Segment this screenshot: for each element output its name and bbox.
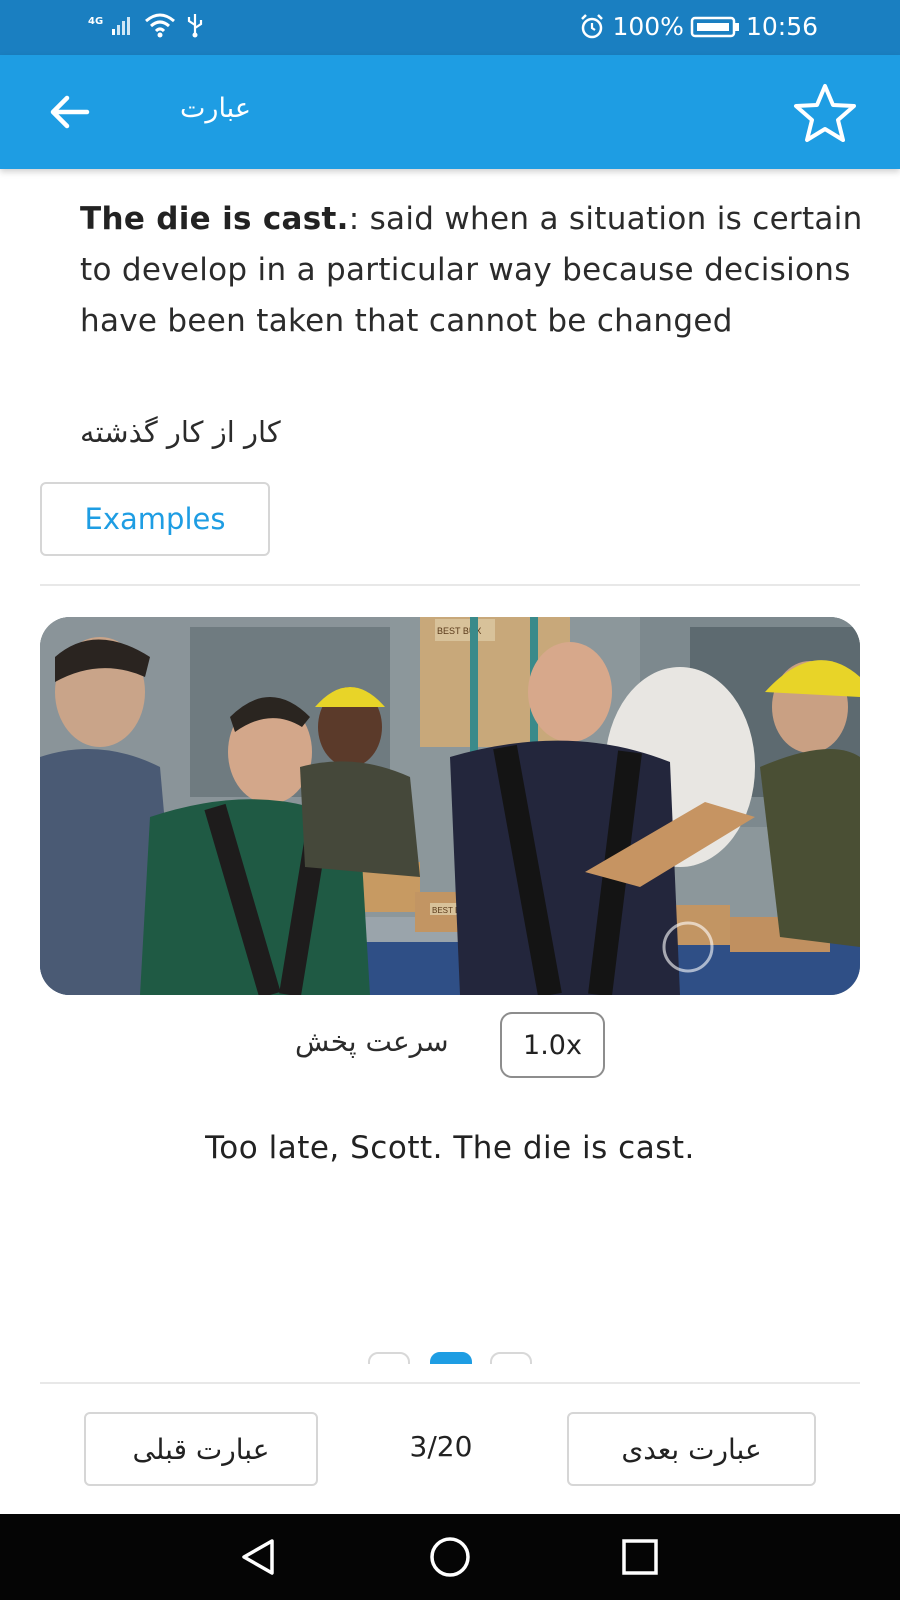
pager-dot[interactable]: [368, 1352, 410, 1364]
playback-speed-label: سرعت پخش: [295, 1025, 449, 1058]
status-left: 4G: [88, 12, 205, 38]
system-back-button[interactable]: [228, 1532, 288, 1582]
signal-icon: [112, 17, 131, 35]
pager-indicator: [368, 1352, 534, 1364]
footer-divider: [40, 1382, 860, 1384]
battery-percent: 100%: [612, 12, 684, 41]
usb-icon: [188, 14, 203, 38]
system-home-button[interactable]: [420, 1532, 480, 1582]
arrow-left-icon: [50, 95, 90, 129]
network-type: 4G: [88, 16, 104, 27]
system-recent-apps-button[interactable]: [610, 1532, 670, 1582]
video-frame-image: BEST BUX BEST BUX: [40, 617, 860, 995]
section-divider: [40, 584, 860, 586]
example-sentence: Too late, Scott. The die is cast.: [205, 1130, 695, 1166]
previous-phrase-button[interactable]: عبارت قبلی: [84, 1412, 318, 1486]
battery-icon: [690, 16, 739, 37]
back-button[interactable]: [42, 87, 96, 137]
phrase-translation: کار از کار گذشته: [80, 415, 281, 449]
status-time: 10:56: [745, 12, 818, 41]
square-recent-icon: [622, 1539, 658, 1575]
alarm-icon: [581, 13, 604, 38]
pager-dot[interactable]: [490, 1352, 532, 1364]
phrase-term: The die is cast.: [80, 201, 349, 237]
status-right: 100% 10:56: [578, 12, 818, 41]
favorite-button[interactable]: [790, 80, 860, 146]
system-navigation-bar: [0, 1514, 900, 1600]
phrase-counter: 3/20: [409, 1430, 473, 1463]
video-player[interactable]: BEST BUX BEST BUX: [40, 617, 860, 995]
wifi-icon: [145, 13, 176, 38]
examples-button[interactable]: Examples: [40, 482, 270, 556]
star-outline-icon: [794, 84, 856, 142]
phrase-definition: The die is cast.: said when a situation …: [80, 194, 870, 347]
triangle-back-icon: [242, 1539, 274, 1575]
next-phrase-button[interactable]: عبارت بعدی: [567, 1412, 816, 1486]
circle-home-icon: [430, 1537, 470, 1577]
pager-dot-active[interactable]: [430, 1352, 472, 1364]
app-bar: عبارت: [0, 55, 900, 169]
playback-speed-button[interactable]: 1.0x: [500, 1012, 605, 1078]
phrase-detail-screen: 4G 100% 10:56 عبارت The die is cast.: sa…: [0, 0, 900, 1600]
page-title: عبارت: [180, 93, 251, 124]
status-bar: 4G 100% 10:56: [0, 0, 900, 55]
